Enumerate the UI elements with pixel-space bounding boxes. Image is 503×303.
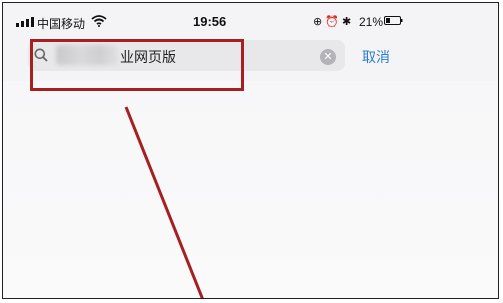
phone-screen: 中国移动 19:56 ⊕ ⏰ ✱ 21% 业网页版 ✕ 取消 — [2, 2, 499, 299]
annotation-pointer-line — [124, 106, 204, 298]
